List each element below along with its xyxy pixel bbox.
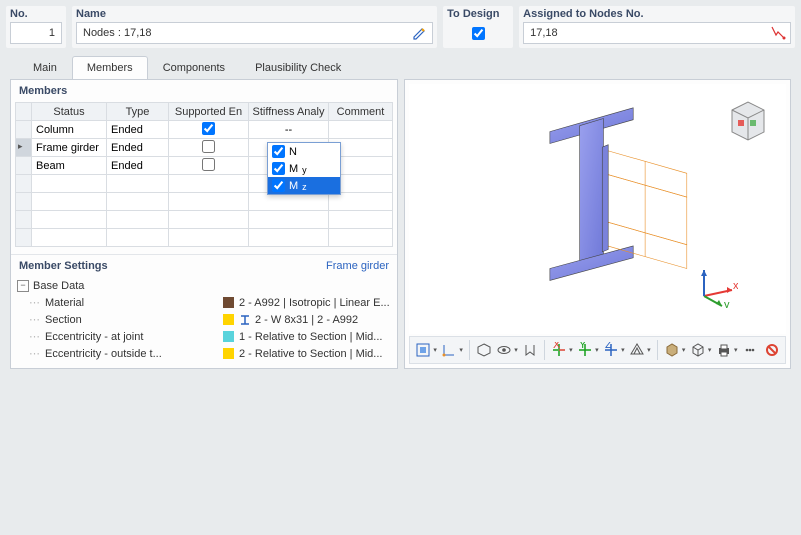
wireframe-button[interactable] [689, 339, 707, 361]
to-design-checkbox[interactable] [472, 27, 485, 40]
svg-text:X: X [553, 342, 561, 351]
settings-title: Member Settings [19, 260, 108, 272]
walkthrough-button[interactable] [521, 339, 539, 361]
eye-view-button[interactable] [495, 339, 513, 361]
tree-base-data[interactable]: − Base Data [17, 277, 391, 294]
tab-members[interactable]: Members [72, 56, 148, 79]
svg-text:x: x [733, 280, 738, 292]
material-swatch-icon [223, 297, 234, 308]
col-comment[interactable]: Comment [329, 103, 393, 121]
extras-button[interactable] [741, 339, 759, 361]
tab-components[interactable]: Components [148, 56, 240, 79]
dropdown-option-n[interactable]: N [268, 143, 340, 160]
svg-text:Z: Z [605, 342, 612, 351]
settings-header: Member Settings Frame girder [11, 255, 397, 277]
svg-text:y: y [724, 299, 730, 308]
solid-view-button[interactable] [663, 339, 681, 361]
collapse-toggle[interactable]: − [17, 280, 29, 292]
stiffness-dropdown[interactable]: N My Mz [267, 142, 341, 195]
rename-button[interactable] [411, 24, 429, 42]
settings-subtitle: Frame girder [326, 260, 389, 272]
ecc2-swatch-icon [223, 348, 234, 359]
tab-bar: Main Members Components Plausibility Che… [6, 56, 795, 79]
tree-section[interactable]: ⋯ Section 2 - W 8x31 | 2 - A992 [17, 311, 391, 328]
col-status[interactable]: Status [32, 103, 107, 121]
table-row[interactable]: Column Ended -- [16, 121, 393, 139]
settings-tree: − Base Data ⋯ Material 2 - A992 | Isotro… [11, 277, 397, 368]
svg-text:Y: Y [579, 342, 587, 351]
name-label: Name [76, 8, 433, 20]
name-field: Name Nodes : 17,18 [72, 6, 437, 48]
tab-main[interactable]: Main [18, 56, 72, 79]
iso-view-button[interactable] [475, 339, 493, 361]
col-stiffness[interactable]: Stiffness Analy [249, 103, 329, 121]
tree-ecc-outside[interactable]: ⋯ Eccentricity - outside t... 2 - Relati… [17, 345, 391, 362]
dropdown-option-my[interactable]: My [268, 160, 340, 177]
viewer-toolbar: ▾ ▾ ▾ X ▾ Y ▾ Z ▾ ▾ ▾ [409, 336, 786, 364]
perspective-button[interactable] [628, 339, 646, 361]
coord-tool-dropdown[interactable]: ▾ [458, 346, 464, 354]
assigned-label: Assigned to Nodes No. [523, 8, 791, 20]
supported-checkbox[interactable] [202, 158, 215, 171]
members-section-header: Members [11, 80, 397, 102]
assigned-input[interactable]: 17,18 [523, 22, 791, 44]
pick-icon [770, 25, 786, 41]
section-swatch-icon [223, 314, 234, 325]
no-label: No. [10, 8, 62, 20]
pick-nodes-button[interactable] [769, 24, 787, 42]
tree-ecc-joint[interactable]: ⋯ Eccentricity - at joint 1 - Relative t… [17, 328, 391, 345]
dropdown-option-mz[interactable]: Mz [268, 177, 340, 194]
print-button[interactable] [715, 339, 733, 361]
supported-checkbox[interactable] [202, 140, 215, 153]
view-xy-button[interactable]: X [550, 339, 568, 361]
nav-cube-icon[interactable] [720, 90, 776, 146]
no-value[interactable]: 1 [10, 22, 62, 44]
no-field: No. 1 [6, 6, 66, 48]
ecc-swatch-icon [223, 331, 234, 342]
reset-button[interactable] [763, 339, 781, 361]
select-tool-button[interactable] [414, 339, 432, 361]
assigned-field: Assigned to Nodes No. 17,18 [519, 6, 795, 48]
tab-plausibility[interactable]: Plausibility Check [240, 56, 356, 79]
3d-viewer[interactable]: x y [409, 84, 786, 334]
tree-material[interactable]: ⋯ Material 2 - A992 | Isotropic | Linear… [17, 294, 391, 311]
members-title: Members [19, 85, 67, 97]
view-xz-button[interactable]: Z [602, 339, 620, 361]
col-type[interactable]: Type [107, 103, 169, 121]
edit-icon [412, 25, 428, 41]
eye-view-dropdown[interactable]: ▾ [513, 346, 519, 354]
col-supported[interactable]: Supported En [169, 103, 249, 121]
axis-triad-icon: x y [692, 262, 738, 308]
view-yz-button[interactable]: Y [576, 339, 594, 361]
coord-tool-button[interactable] [440, 339, 458, 361]
supported-checkbox[interactable] [202, 122, 215, 135]
name-input[interactable]: Nodes : 17,18 [76, 22, 433, 44]
i-beam-icon [239, 314, 250, 325]
col-handle [16, 103, 32, 121]
to-design-label: To Design [447, 8, 509, 20]
to-design-field: To Design [443, 6, 513, 48]
select-tool-dropdown[interactable]: ▾ [432, 346, 438, 354]
